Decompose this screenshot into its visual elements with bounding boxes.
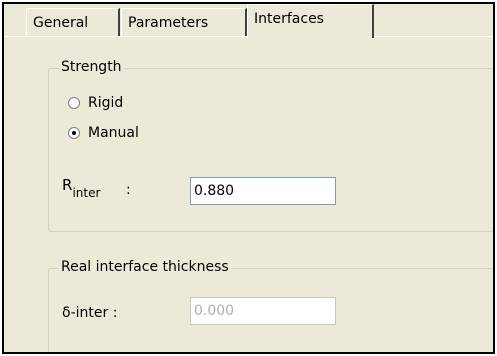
r-inter-label-sub: inter <box>72 186 101 200</box>
tab-strip: General Parameters Interfaces <box>4 4 493 38</box>
strength-group: Strength <box>48 59 493 232</box>
radio-manual[interactable]: Manual <box>68 125 139 141</box>
radio-rigid-circle[interactable] <box>68 97 80 109</box>
delta-inter-label: δ-inter : <box>62 305 118 321</box>
tab-parameters-label: Parameters <box>128 15 209 31</box>
tab-parameters[interactable]: Parameters <box>121 8 247 36</box>
tab-interfaces[interactable]: Interfaces <box>247 4 374 38</box>
radio-manual-circle[interactable] <box>68 127 80 139</box>
tab-general-label: General <box>33 15 89 31</box>
r-inter-label: Rinter <box>62 176 100 200</box>
r-inter-input[interactable]: 0.880 <box>190 177 336 205</box>
r-inter-label-main: R <box>62 176 73 194</box>
tab-general[interactable]: General <box>26 8 120 36</box>
r-inter-colon: : <box>126 182 131 198</box>
strength-legend: Strength <box>59 59 124 75</box>
delta-inter-input[interactable]: 0.000 <box>190 297 336 325</box>
radio-manual-label: Manual <box>88 125 139 141</box>
tab-interfaces-label: Interfaces <box>254 11 324 27</box>
properties-panel: General Parameters Interfaces Strength R… <box>2 2 495 354</box>
radio-rigid[interactable]: Rigid <box>68 95 123 111</box>
real-interface-legend: Real interface thickness <box>59 259 231 275</box>
radio-rigid-label: Rigid <box>88 95 124 111</box>
